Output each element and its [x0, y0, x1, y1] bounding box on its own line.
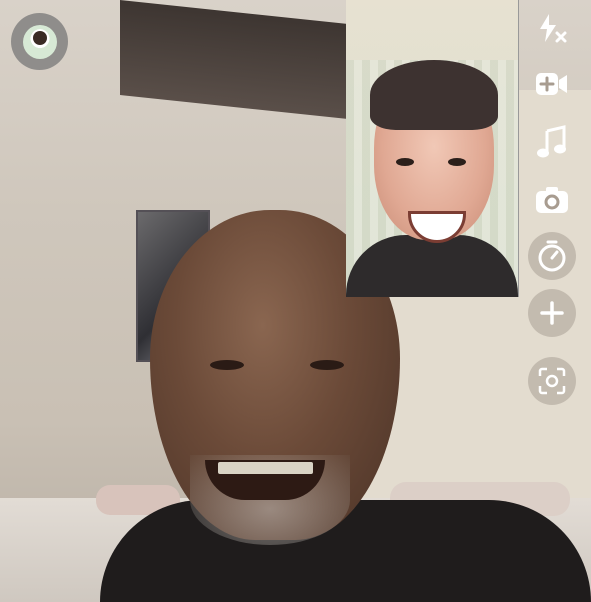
self-view-video[interactable]	[346, 0, 519, 297]
music-button[interactable]	[528, 118, 576, 166]
video-add-icon	[534, 70, 570, 98]
eye	[310, 360, 344, 370]
scan-icon	[538, 367, 566, 395]
teeth	[218, 462, 313, 474]
scan-button[interactable]	[528, 357, 576, 405]
bitmoji-avatar-icon[interactable]	[11, 13, 68, 70]
eye	[448, 158, 466, 166]
flip-camera-button[interactable]	[528, 176, 576, 224]
video-add-button[interactable]	[528, 60, 576, 108]
avatar-image	[22, 24, 57, 59]
flash-off-button[interactable]	[528, 4, 576, 52]
pip-hair	[370, 60, 498, 130]
add-button[interactable]	[528, 289, 576, 337]
music-note-icon	[537, 125, 567, 159]
ceiling-beam	[120, 0, 360, 121]
timer-icon	[537, 240, 567, 272]
timer-button[interactable]	[528, 232, 576, 280]
video-call-view	[0, 0, 591, 602]
camera-toolbar	[520, 0, 591, 602]
plus-icon	[540, 301, 564, 325]
flash-off-icon	[535, 11, 569, 45]
flip-camera-icon	[534, 185, 570, 215]
eye	[396, 158, 414, 166]
eye	[210, 360, 244, 370]
